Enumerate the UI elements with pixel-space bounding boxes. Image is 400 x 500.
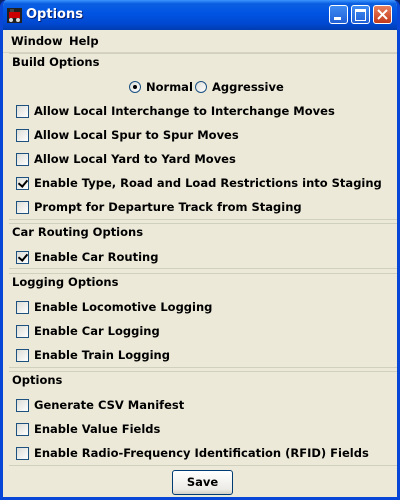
close-button[interactable] <box>373 5 392 24</box>
logging-panel: Logging Options Enable Locomotive Loggin… <box>9 273 397 368</box>
locomotive-logging-checkbox-row[interactable]: Enable Locomotive Logging <box>16 299 212 315</box>
value-fields-checkbox-row[interactable]: Enable Value Fields <box>16 421 160 437</box>
minimize-icon <box>334 17 341 20</box>
yard-moves-checkbox[interactable] <box>16 152 29 166</box>
csv-manifest-label: Generate CSV Manifest <box>34 398 185 412</box>
car-routing-checkbox-row[interactable]: Enable Car Routing <box>16 249 158 265</box>
train-logging-label: Enable Train Logging <box>34 348 170 362</box>
car-logging-checkbox-row[interactable]: Enable Car Logging <box>16 323 160 339</box>
logging-title: Logging Options <box>12 275 119 289</box>
staging-restrictions-checkbox-row[interactable]: Enable Type, Road and Load Restrictions … <box>16 175 382 191</box>
yard-moves-checkbox-row[interactable]: Allow Local Yard to Yard Moves <box>16 151 236 167</box>
close-icon <box>377 9 388 20</box>
locomotive-logging-checkbox[interactable] <box>16 300 29 314</box>
options-title: Options <box>12 373 63 387</box>
staging-restrictions-checkbox[interactable] <box>16 176 29 190</box>
csv-manifest-checkbox-row[interactable]: Generate CSV Manifest <box>16 397 184 413</box>
departure-track-checkbox[interactable] <box>16 200 29 214</box>
maximize-icon <box>355 9 366 21</box>
train-logging-checkbox[interactable] <box>16 348 29 362</box>
interchange-moves-label: Allow Local Interchange to Interchange M… <box>34 104 335 118</box>
interchange-moves-checkbox-row[interactable]: Allow Local Interchange to Interchange M… <box>16 103 335 119</box>
build-options-panel: Build Options Normal Aggressive Allow Lo… <box>9 53 397 220</box>
car-logging-checkbox[interactable] <box>16 324 29 338</box>
menu-bar: Window Help <box>3 30 397 53</box>
title-bar[interactable]: Options <box>3 0 397 30</box>
aggressive-radio[interactable] <box>195 81 207 93</box>
train-logging-checkbox-row[interactable]: Enable Train Logging <box>16 347 170 363</box>
car-routing-panel: Car Routing Options Enable Car Routing <box>9 223 397 269</box>
locomotive-logging-label: Enable Locomotive Logging <box>34 300 213 314</box>
yard-moves-label: Allow Local Yard to Yard Moves <box>34 152 236 166</box>
rfid-fields-checkbox-row[interactable]: Enable Radio-Frequency Identification (R… <box>16 445 369 461</box>
save-button[interactable]: Save <box>172 470 233 495</box>
spur-moves-checkbox[interactable] <box>16 128 29 142</box>
app-icon <box>7 8 22 23</box>
car-routing-label: Enable Car Routing <box>34 250 159 264</box>
minimize-button[interactable] <box>329 5 348 24</box>
spur-moves-label: Allow Local Spur to Spur Moves <box>34 128 239 142</box>
rfid-fields-checkbox[interactable] <box>16 446 29 460</box>
options-panel: Options Generate CSV Manifest Enable Val… <box>9 371 397 466</box>
maximize-button[interactable] <box>351 5 370 24</box>
departure-track-checkbox-row[interactable]: Prompt for Departure Track from Staging <box>16 199 302 215</box>
car-routing-title: Car Routing Options <box>12 225 144 239</box>
normal-label: Normal <box>146 80 193 94</box>
aggressive-label: Aggressive <box>212 80 284 94</box>
build-options-title: Build Options <box>12 55 100 69</box>
normal-radio-option[interactable]: Normal <box>129 79 193 95</box>
spur-moves-checkbox-row[interactable]: Allow Local Spur to Spur Moves <box>16 127 239 143</box>
car-logging-label: Enable Car Logging <box>34 324 160 338</box>
car-routing-checkbox[interactable] <box>16 250 29 264</box>
interchange-moves-checkbox[interactable] <box>16 104 29 118</box>
value-fields-checkbox[interactable] <box>16 422 29 436</box>
departure-track-label: Prompt for Departure Track from Staging <box>34 200 302 214</box>
csv-manifest-checkbox[interactable] <box>16 398 29 412</box>
aggressive-radio-option[interactable]: Aggressive <box>195 79 284 95</box>
options-window: Options Window Help Build Options Normal… <box>0 0 400 500</box>
normal-radio[interactable] <box>129 81 141 93</box>
value-fields-label: Enable Value Fields <box>34 422 161 436</box>
staging-restrictions-label: Enable Type, Road and Load Restrictions … <box>34 176 382 190</box>
rfid-fields-label: Enable Radio-Frequency Identification (R… <box>34 446 369 460</box>
menu-window[interactable]: Window <box>11 34 63 48</box>
menu-help[interactable]: Help <box>69 34 99 48</box>
window-title: Options <box>26 7 83 22</box>
